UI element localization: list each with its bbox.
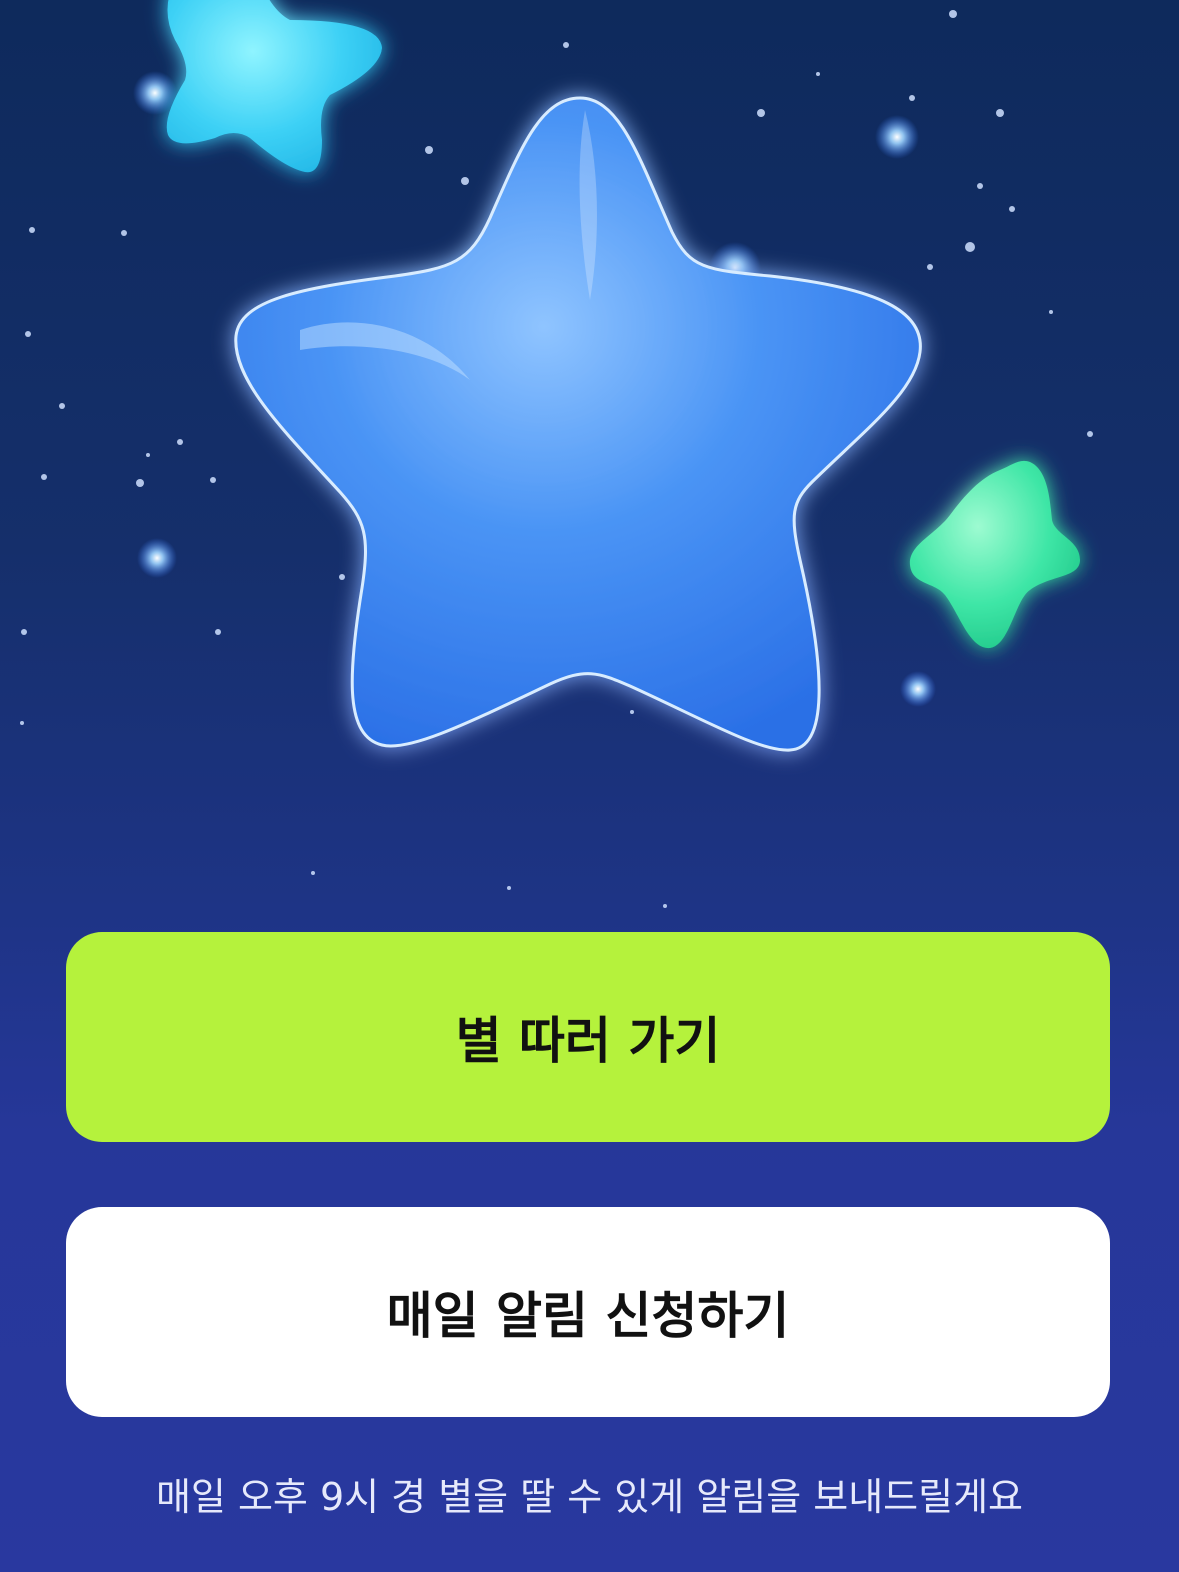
go-pick-star-button[interactable]: 별 따러 가기 [66, 932, 1110, 1142]
night-sky-illustration [0, 0, 1179, 930]
notification-description: 매일 오후 9시 경 별을 딸 수 있게 알림을 보내드릴게요 [155, 1475, 1024, 1519]
daily-notification-button[interactable]: 매일 알림 신청하기 [66, 1207, 1110, 1417]
star-icon [234, 96, 922, 752]
star-icon [909, 460, 1080, 649]
night-sky-svg [20, 0, 1093, 908]
star-icon [166, 0, 382, 173]
